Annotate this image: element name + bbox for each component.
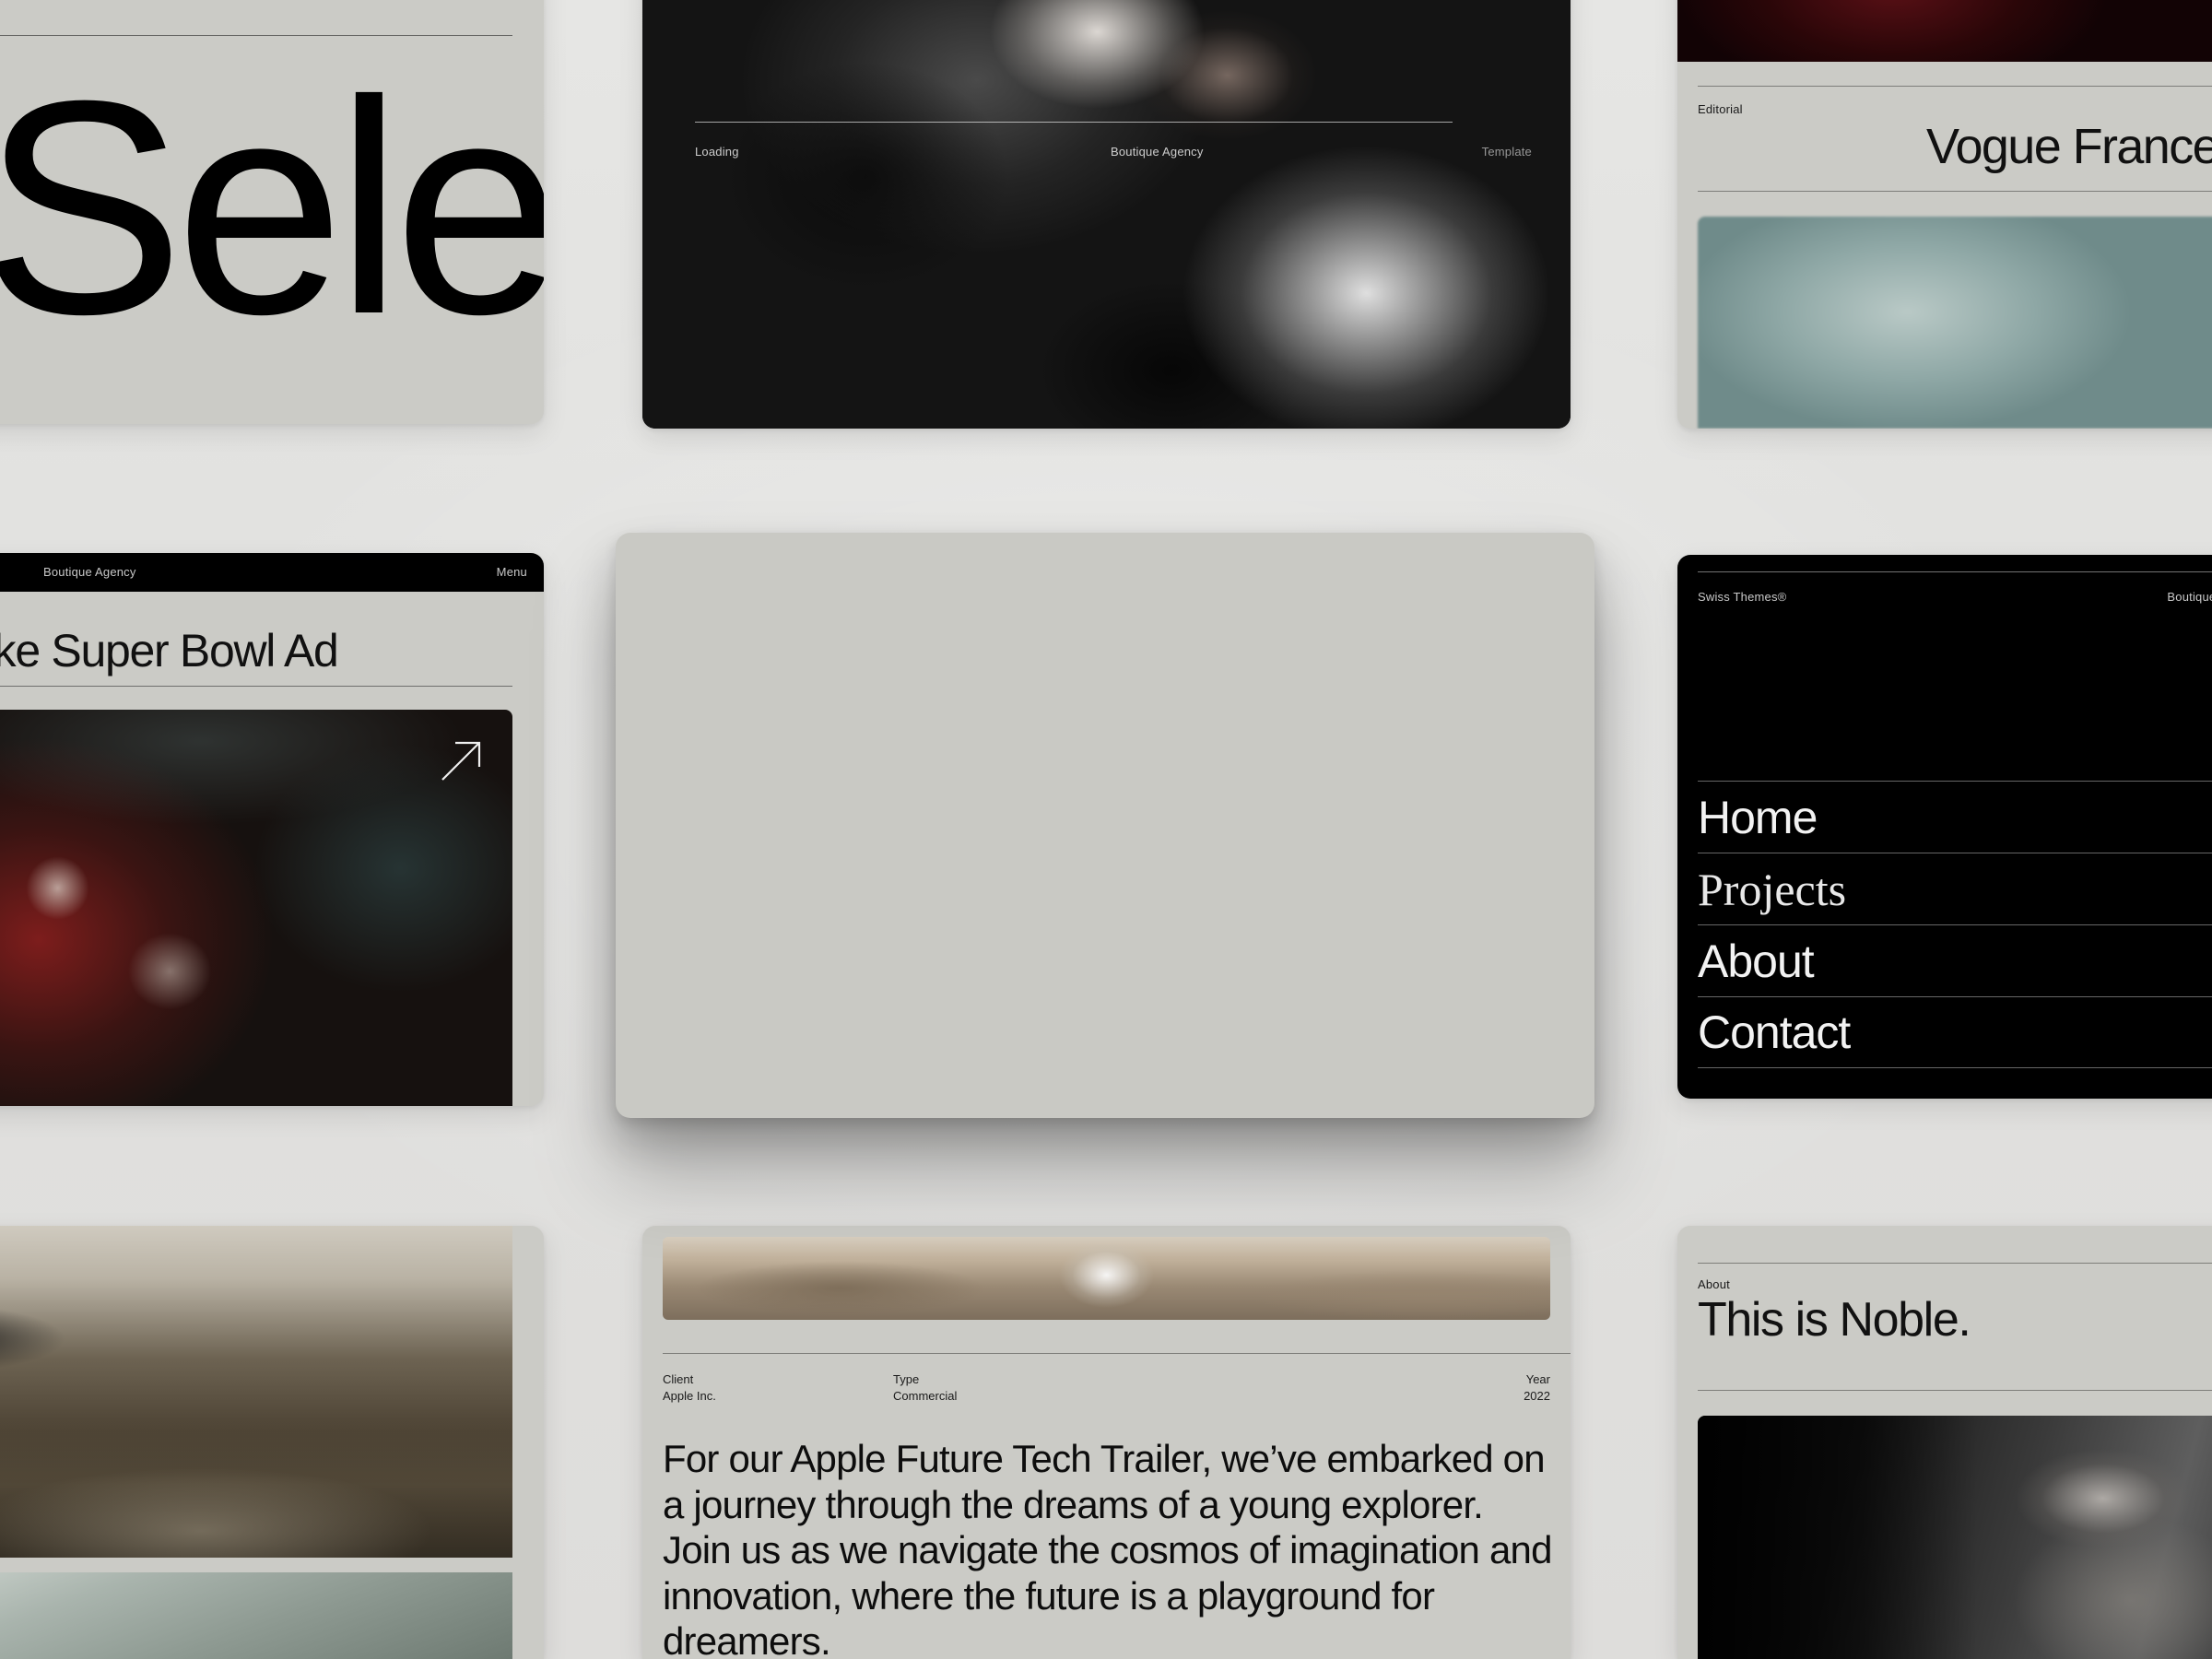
divider-top	[0, 35, 512, 36]
card-noble-hero[interactable]: Form Follows Function Noble	[616, 533, 1594, 1118]
apple-meta-key: Client	[663, 1372, 694, 1386]
apple-meta-year: Year 2022	[1524, 1371, 1550, 1404]
nav-brand-label: Swiss Themes®	[1698, 590, 1787, 604]
divider-about-top	[1698, 1263, 2212, 1264]
about-portrait-image	[1698, 1416, 2212, 1659]
nav-item-home[interactable]: Home	[1698, 781, 2212, 853]
nav-item-about[interactable]: About	[1698, 924, 2212, 996]
card-navigation-menu[interactable]: Swiss Themes® Boutique Agency Home Proje…	[1677, 555, 2212, 1099]
apple-meta-key: Type	[893, 1372, 920, 1386]
landscape-image-primary	[0, 1226, 512, 1558]
apple-meta-key: Year	[1525, 1372, 1550, 1386]
apple-meta-value: 2022	[1524, 1388, 1550, 1403]
nike-topbar: Boutique Agency Menu	[0, 553, 544, 592]
card-loading-duo[interactable]: Loading Boutique Agency Template	[642, 0, 1571, 429]
apple-body-text: For our Apple Future Tech Trailer, we’ve…	[663, 1437, 1552, 1659]
card-landscape[interactable]	[0, 1226, 544, 1659]
nav-item-label: Home	[1698, 791, 1818, 843]
nike-brand-label: Boutique Agency	[43, 565, 136, 579]
divider-above-eyebrow	[1698, 86, 2212, 87]
loading-progress-bar	[695, 122, 1453, 123]
loading-label: Loading	[695, 145, 739, 159]
card-apple-trailer[interactable]: Client Apple Inc. Type Commercial Year 2…	[642, 1226, 1571, 1659]
apple-meta-type: Type Commercial	[893, 1371, 957, 1404]
divider-nike	[0, 686, 512, 687]
card-vogue-editorial[interactable]: Editorial Vogue France Ed	[1677, 0, 2212, 429]
nav-agency-label: Boutique Agency	[2167, 590, 2212, 604]
about-title: This is Noble.	[1698, 1293, 1971, 1347]
apple-hero-image	[663, 1237, 1550, 1320]
card-selected[interactable]: Selec	[0, 0, 544, 424]
nike-title: Nike Super Bowl Ad	[0, 625, 339, 677]
divider-below-title	[1698, 191, 2212, 192]
vogue-secondary-image	[1698, 217, 2212, 429]
divider-apple	[663, 1353, 1571, 1354]
nav-menu-list: Home Projects About Contact	[1698, 781, 2212, 1068]
card-nike-super-bowl[interactable]: Boutique Agency Menu Nike Super Bowl Ad	[0, 553, 544, 1106]
selected-wordmark: Selec	[0, 37, 544, 377]
nav-item-projects[interactable]: Projects	[1698, 853, 2212, 924]
divider-about-bottom	[1698, 1390, 2212, 1391]
apple-meta-client: Client Apple Inc.	[663, 1371, 716, 1404]
apple-meta-value: Commercial	[893, 1388, 958, 1403]
landscape-image-secondary	[0, 1572, 512, 1659]
nav-item-label: About	[1698, 935, 1815, 987]
nav-item-label: Projects	[1698, 863, 1847, 915]
card-about-noble[interactable]: About This is Noble.	[1677, 1226, 2212, 1659]
duo-photo	[642, 0, 1571, 429]
nav-item-contact[interactable]: Contact	[1698, 996, 2212, 1068]
vogue-eyebrow: Editorial	[1698, 102, 1743, 116]
vogue-hero-image	[1677, 0, 2212, 62]
about-eyebrow: About	[1698, 1277, 1730, 1291]
nike-field-image	[0, 710, 512, 1106]
divider-nav-top	[1698, 571, 2212, 572]
nike-menu-button[interactable]: Menu	[497, 565, 527, 579]
arrow-up-right-icon[interactable]	[437, 735, 487, 785]
duo-template-label: Template	[1481, 145, 1532, 159]
vogue-title: Vogue France Ed	[1926, 119, 2212, 174]
nav-item-label: Contact	[1698, 1006, 1851, 1058]
apple-meta-value: Apple Inc.	[663, 1388, 716, 1403]
duo-agency-label: Boutique Agency	[1111, 145, 1204, 159]
